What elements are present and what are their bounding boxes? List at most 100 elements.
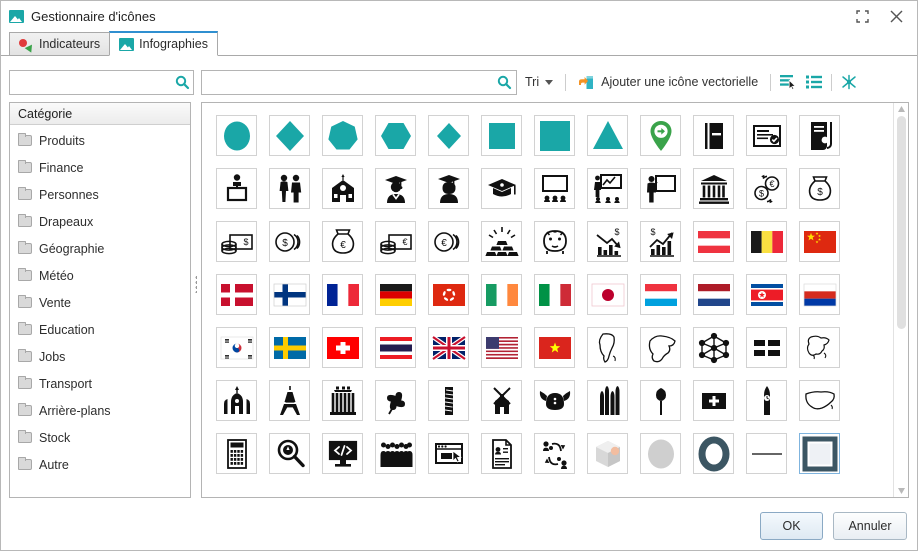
icon-cell-flag-vietnam[interactable] [528,321,581,374]
icon-cell-cathedral[interactable] [210,374,263,427]
icon-cell-line-divider[interactable] [740,427,793,480]
icon-cell-cash-coins-dollar[interactable]: $ [210,215,263,268]
icon-cell-flag-netherlands[interactable] [687,268,740,321]
icon-cell-gold-bars[interactable] [475,215,528,268]
icon-cell-teacher-class[interactable] [581,162,634,215]
scroll-thumb[interactable] [896,116,906,330]
icon-cell-flag-hong-kong[interactable] [422,268,475,321]
icon-cell-chart-down-dollar[interactable]: $ [581,215,634,268]
scroll-down-icon[interactable] [897,487,906,495]
icon-cell-brandenburg-gate[interactable] [316,374,369,427]
icon-cell-flag-ireland[interactable] [475,268,528,321]
icon-cell-currency-exchange[interactable]: $ € [740,162,793,215]
icon-cell-flag-germany[interactable] [369,268,422,321]
icon-cell-book[interactable] [687,109,740,162]
icon-cell-flag-russia[interactable] [793,268,846,321]
icon-cell-frame-dark[interactable] [793,427,846,480]
icon-cell-shape-square-large[interactable] [528,109,581,162]
icon-cell-flag-italy[interactable] [528,268,581,321]
icon-cell-female-graduate[interactable] [422,162,475,215]
icon-search-box[interactable] [201,69,517,95]
icon-cell-shape-square[interactable] [475,109,528,162]
icon-cell-flag-south-korea[interactable] [210,321,263,374]
icon-cell-atomium[interactable] [687,321,740,374]
category-item-education[interactable]: Education [10,316,190,343]
icon-cell-magnifier-search[interactable] [263,427,316,480]
category-item-g-ographie[interactable]: Géographie [10,235,190,262]
category-search-box[interactable] [9,69,194,95]
icon-cell-flag-luxembourg[interactable] [634,268,687,321]
icon-cell-swiss-flag-square[interactable] [687,374,740,427]
icon-cell-big-ben[interactable] [740,374,793,427]
category-item-produits[interactable]: Produits [10,127,190,154]
icon-cell-map-asia[interactable] [634,321,687,374]
category-item-autre[interactable]: Autre [10,451,190,478]
icon-cell-ring-dark[interactable] [687,427,740,480]
icon-cell-certificate[interactable] [740,109,793,162]
icon-cell-map-europe[interactable] [793,321,846,374]
tab-infographies[interactable]: Infographies [109,31,218,56]
category-item-drapeaux[interactable]: Drapeaux [10,208,190,235]
icon-cell-shape-heptagon[interactable] [316,109,369,162]
category-item-arri-re-plans[interactable]: Arrière-plans [10,397,190,424]
category-item-stock[interactable]: Stock [10,424,190,451]
icon-search-input[interactable] [208,74,497,90]
icon-cell-coins-euro[interactable]: € [422,215,475,268]
icon-cell-map-africa[interactable] [581,321,634,374]
icon-cell-flag-sweden[interactable] [263,321,316,374]
icon-cell-map-pin-arrow[interactable] [634,109,687,162]
icon-cell-resume-document[interactable] [475,427,528,480]
icon-cell-shape-hexagon[interactable] [369,109,422,162]
icon-cell-flag-france[interactable] [316,268,369,321]
scatter-button[interactable] [836,70,862,94]
icon-cell-flag-blocks[interactable] [740,321,793,374]
icon-cell-flag-thailand[interactable] [369,321,422,374]
sort-dropdown[interactable]: Tri [517,70,561,94]
icon-cell-sagrada-familia[interactable] [581,374,634,427]
icon-cell-network-people[interactable] [528,427,581,480]
icon-cell-piggy-bank[interactable] [528,215,581,268]
icon-cell-male-graduate[interactable] [369,162,422,215]
category-item-jobs[interactable]: Jobs [10,343,190,370]
maximize-icon[interactable] [845,2,879,30]
icon-cell-scroll-document[interactable] [793,109,846,162]
icon-cell-flag-china[interactable] [793,215,846,268]
icon-cell-money-bag-euro[interactable]: € [316,215,369,268]
panel-splitter[interactable] [191,69,201,498]
icon-grid-scrollbar[interactable] [893,103,908,497]
icon-cell-leaning-tower-pisa[interactable] [422,374,475,427]
close-icon[interactable] [879,2,913,30]
ok-button[interactable]: OK [760,512,823,540]
icon-cell-cube-3d[interactable] [581,427,634,480]
icon-cell-bank-building[interactable] [687,162,740,215]
icon-cell-coins-dollar[interactable]: $ [263,215,316,268]
icon-cell-flag-switzerland[interactable] [316,321,369,374]
scroll-track[interactable] [894,113,908,487]
icon-cell-four-leaf-clover[interactable] [369,374,422,427]
icon-cell-code-monitor[interactable] [316,427,369,480]
icon-cell-browser-click[interactable] [422,427,475,480]
icon-cell-classroom-board[interactable] [528,162,581,215]
icon-cell-windmill[interactable] [475,374,528,427]
category-item-finance[interactable]: Finance [10,154,190,181]
add-vector-icon-button[interactable]: Ajouter une icône vectorielle [570,70,766,94]
icon-cell-tulip[interactable] [634,374,687,427]
view-detail-button[interactable] [775,70,801,94]
icon-cell-flag-north-korea[interactable] [740,268,793,321]
icon-cell-flag-belgium[interactable] [740,215,793,268]
icon-cell-flag-denmark[interactable] [210,268,263,321]
icon-cell-flag-united-kingdom[interactable] [422,321,475,374]
icon-cell-flag-japan[interactable] [581,268,634,321]
icon-cell-crowd-people[interactable] [369,427,422,480]
icon-cell-shape-ellipse[interactable] [210,109,263,162]
category-item-m-t-o[interactable]: Météo [10,262,190,289]
icon-cell-flag-finland[interactable] [263,268,316,321]
cancel-button[interactable]: Annuler [833,512,907,540]
icon-cell-money-bag-dollar[interactable]: $ [793,162,846,215]
icon-cell-map-usa[interactable] [793,374,846,427]
icon-cell-chart-up-dollar[interactable]: $ [634,215,687,268]
category-item-vente[interactable]: Vente [10,289,190,316]
icon-cell-flag-united-states[interactable] [475,321,528,374]
icon-cell-viking-helmet[interactable] [528,374,581,427]
view-list-button[interactable] [801,70,827,94]
